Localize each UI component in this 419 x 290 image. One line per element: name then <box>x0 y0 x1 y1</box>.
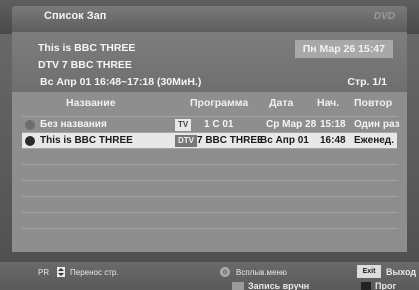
program-label: Прог <box>375 281 397 290</box>
screen-title: Список Зап <box>44 10 107 22</box>
empty-row <box>22 148 397 164</box>
row-repeat: Еженед. <box>354 135 394 146</box>
dvd-logo: DVD <box>373 11 395 22</box>
status-dot-icon <box>25 120 35 130</box>
page-move-label: Перенос стр. <box>70 268 119 277</box>
table-row[interactable]: Без названия TV 1 C 01 Ср Мар 28 15:18 О… <box>22 116 400 132</box>
row-start: 15:18 <box>320 119 346 130</box>
row-start: 16:48 <box>320 135 346 146</box>
program-title: This is BBC THREE <box>38 42 136 54</box>
row-name: This is BBC THREE <box>40 135 133 146</box>
channel-name: DTV 7 BBC THREE <box>38 59 132 71</box>
row-date: Вс Апр 01 <box>260 135 309 146</box>
row-repeat: Один раз <box>354 119 400 130</box>
program-info-panel: This is BBC THREE DTV 7 BBC THREE Вс Апр… <box>12 32 407 92</box>
exit-key-icon: Exit <box>357 265 381 278</box>
table-row-selected[interactable]: This is BBC THREE DTV 7 BBC THREE Вс Апр… <box>22 132 397 148</box>
row-date: Ср Мар 28 <box>266 119 317 130</box>
header-date: Дата <box>269 97 294 109</box>
program-key-icon <box>361 282 371 290</box>
page-indicator: Стр. 1/1 <box>347 76 387 88</box>
current-datetime: Пн Мар 26 15:47 <box>294 40 393 58</box>
row-program: 1 C 01 <box>204 119 234 130</box>
source-badge: DTV <box>175 135 197 147</box>
empty-row <box>22 164 397 180</box>
table-header: Название Программа Дата Нач. Повтор <box>22 95 397 113</box>
schedule-time: Вс Апр 01 16:48~17:18 (30МиН.) <box>40 76 202 88</box>
footer-help-bar: PR Перенос стр. Всплыв.меню Exit Выход З… <box>0 262 419 290</box>
exit-label: Выход <box>386 267 417 277</box>
header-program: Программа <box>190 97 249 109</box>
status-dot-icon <box>25 136 35 146</box>
record-key-icon <box>232 282 244 290</box>
title-bar: Список Зап DVD <box>0 0 419 34</box>
header-name: Название <box>66 97 116 109</box>
empty-row <box>22 212 397 228</box>
empty-row <box>22 180 397 196</box>
up-down-arrows-icon <box>57 267 65 277</box>
row-name: Без названия <box>40 119 107 130</box>
source-badge: TV <box>175 119 192 131</box>
empty-row <box>22 196 397 212</box>
enter-button-icon <box>220 267 230 277</box>
popup-menu-label: Всплыв.меню <box>236 268 287 277</box>
header-repeat: Повтор <box>354 97 393 109</box>
header-start: Нач. <box>317 97 340 109</box>
pr-label: PR <box>38 268 50 277</box>
row-program: 7 BBC THREE <box>197 135 264 146</box>
manual-record-label: Запись вручн <box>248 281 310 290</box>
schedule-table: Название Программа Дата Нач. Повтор Без … <box>12 92 407 252</box>
empty-row <box>22 228 397 244</box>
schedule-list-screen: Список Зап DVD This is BBC THREE DTV 7 B… <box>0 0 419 290</box>
